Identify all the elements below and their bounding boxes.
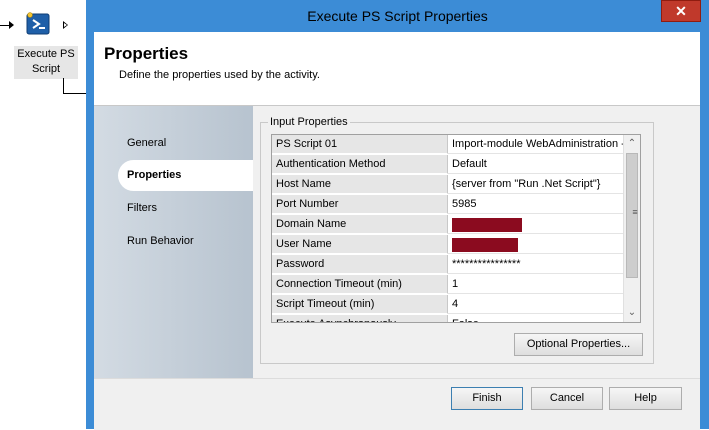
nav-item-label: Run Behavior (127, 235, 194, 247)
dialog-body: General Properties Filters Run Behavior … (94, 106, 700, 378)
property-value[interactable]: Import-module WebAdministration -( (448, 135, 624, 154)
dialog-client: Properties Define the properties used by… (94, 32, 700, 430)
outgoing-link-vertical[interactable] (63, 78, 64, 94)
nav-item-run-behavior[interactable]: Run Behavior (127, 235, 194, 247)
outgoing-link-horizontal[interactable] (63, 93, 87, 94)
activity-label[interactable]: Execute PS Script (14, 46, 78, 79)
grip-icon: ≡ (632, 207, 638, 217)
nav-item-label: Properties (127, 169, 182, 181)
nav-sidebar: General Properties Filters Run Behavior (94, 106, 253, 378)
grid-row[interactable]: Host Name {server from "Run .Net Script"… (272, 175, 624, 195)
property-value[interactable]: False (448, 315, 624, 322)
nav-item-properties[interactable]: Properties (118, 160, 253, 191)
grid-row[interactable]: Script Timeout (min) 4 (272, 295, 624, 315)
activity-label-line1: Execute PS (17, 48, 75, 60)
help-button[interactable]: Help (609, 387, 682, 410)
grid-scrollbar[interactable]: ⌃ ≡ ⌄ (623, 135, 640, 322)
property-value[interactable]: 4 (448, 295, 624, 314)
property-name: Domain Name (272, 215, 448, 234)
property-name: Execute Asynchronously (272, 315, 448, 322)
property-name: Port Number (272, 195, 448, 214)
grid-row[interactable]: Authentication Method Default (272, 155, 624, 175)
property-name: User Name (272, 235, 448, 254)
page-title: Properties (104, 44, 189, 63)
property-name: PS Script 01 (272, 135, 448, 154)
grid-row[interactable]: PS Script 01 Import-module WebAdministra… (272, 135, 624, 155)
incoming-arrow-icon (9, 21, 14, 29)
nav-item-filters[interactable]: Filters (127, 202, 157, 214)
grid-row[interactable]: Port Number 5985 (272, 195, 624, 215)
outgoing-arrow-inner (64, 23, 67, 27)
scroll-thumb[interactable]: ≡ (626, 153, 638, 278)
redaction-block (452, 238, 518, 252)
properties-dialog: Execute PS Script Properties ✕ Propertie… (86, 0, 709, 430)
property-grid[interactable]: PS Script 01 Import-module WebAdministra… (271, 134, 641, 323)
property-value[interactable]: 1 (448, 275, 624, 294)
close-button[interactable]: ✕ (661, 0, 701, 22)
property-value[interactable]: **************** (448, 255, 624, 274)
nav-item-general[interactable]: General (127, 137, 166, 149)
scroll-up-icon[interactable]: ⌃ (624, 136, 640, 152)
grid-row[interactable]: Execute Asynchronously False (272, 315, 624, 322)
scroll-down-icon[interactable]: ⌄ (624, 305, 640, 321)
nav-item-label: General (127, 137, 167, 149)
property-name: Host Name (272, 175, 448, 194)
property-value[interactable]: 5985 (448, 195, 624, 214)
group-label: Input Properties (268, 116, 350, 128)
grid-row[interactable]: Password **************** (272, 255, 624, 275)
property-value[interactable]: {server from "Run .Net Script"} (448, 175, 624, 194)
property-name: Password (272, 255, 448, 274)
optional-properties-button[interactable]: Optional Properties... (514, 333, 643, 356)
close-icon: ✕ (675, 3, 687, 19)
property-name: Authentication Method (272, 155, 448, 174)
activity-label-line2: Script (31, 63, 61, 75)
property-name: Script Timeout (min) (272, 295, 448, 314)
window-title: Execute PS Script Properties (307, 8, 488, 24)
nav-item-label: Filters (127, 202, 157, 214)
grid-row[interactable]: User Name (272, 235, 624, 255)
dialog-header: Properties Define the properties used by… (94, 32, 700, 106)
page-subtitle: Define the properties used by the activi… (119, 69, 320, 81)
grid-row[interactable]: Domain Name (272, 215, 624, 235)
dialog-footer: Finish Cancel Help (94, 378, 700, 430)
grid-row[interactable]: Connection Timeout (min) 1 (272, 275, 624, 295)
cancel-button[interactable]: Cancel (531, 387, 603, 410)
property-name: Connection Timeout (min) (272, 275, 448, 294)
property-value[interactable]: Default (448, 155, 624, 174)
powershell-icon[interactable] (26, 12, 52, 38)
title-bar[interactable]: Execute PS Script Properties ✕ (86, 0, 709, 32)
redaction-block (452, 218, 522, 232)
finish-button[interactable]: Finish (451, 387, 523, 410)
